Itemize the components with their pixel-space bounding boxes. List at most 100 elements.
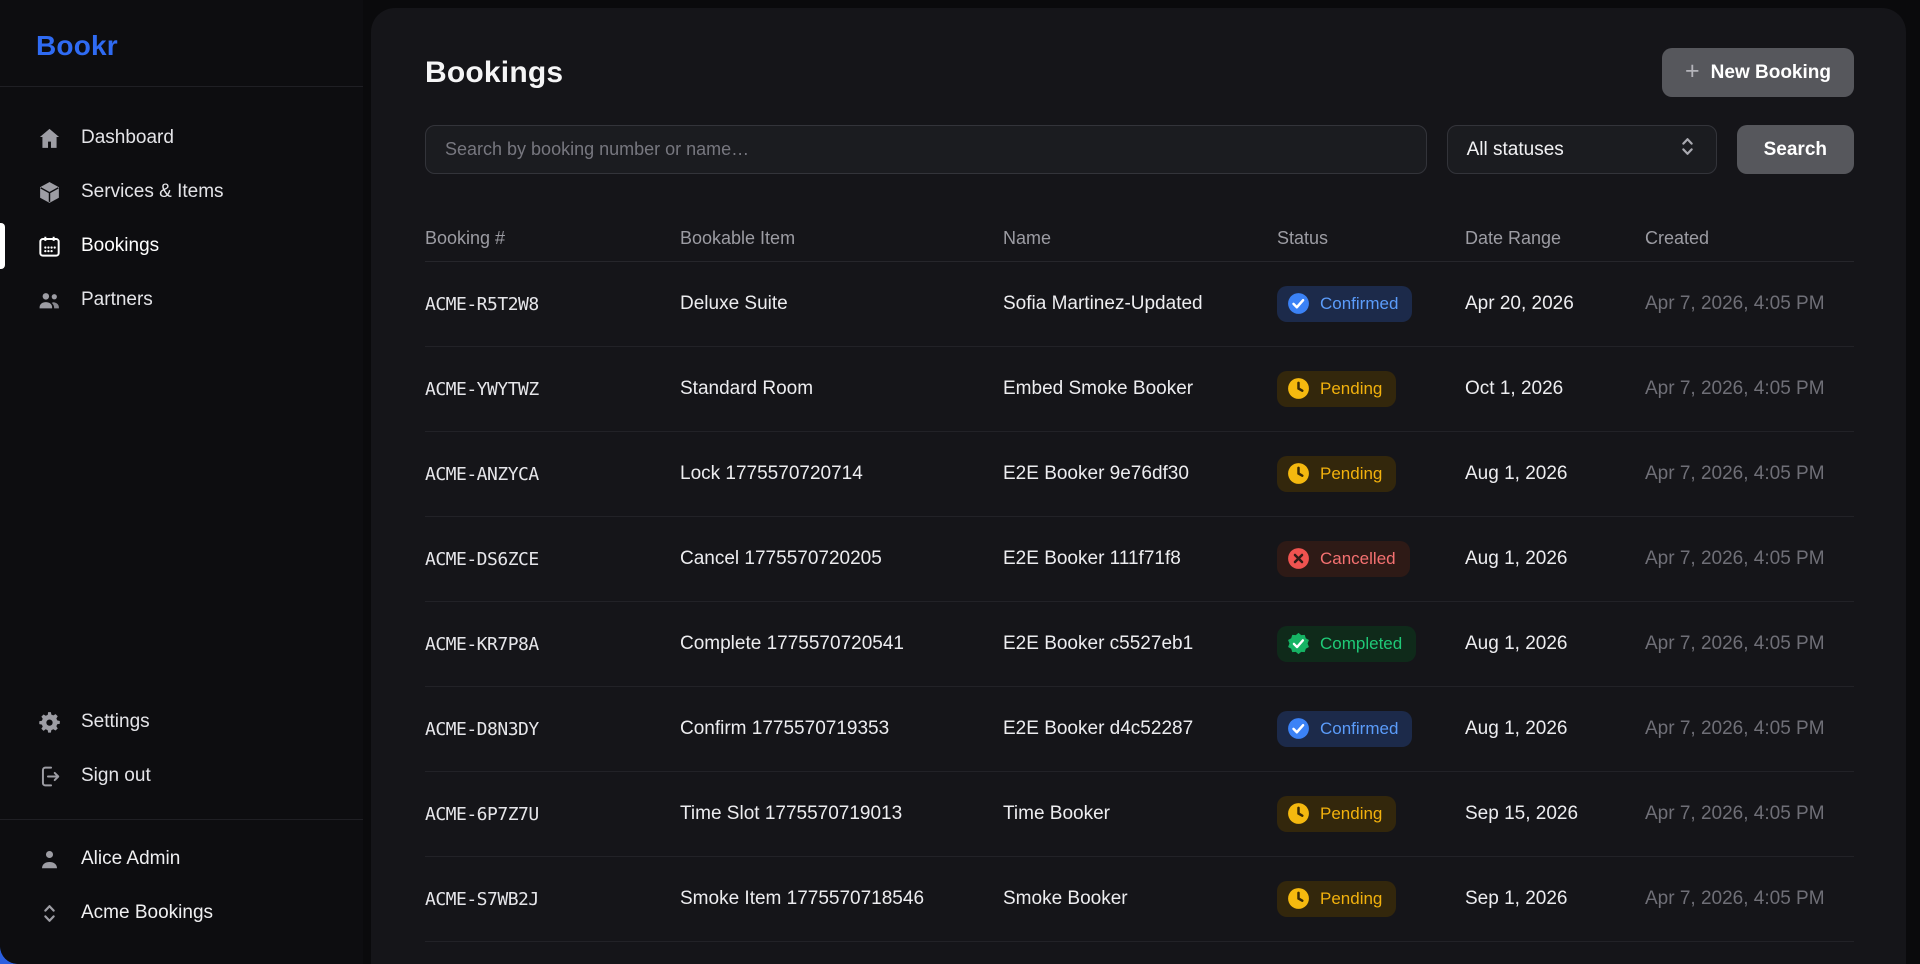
date-range: Aug 1, 2026 xyxy=(1465,548,1645,570)
date-range: Aug 1, 2026 xyxy=(1465,463,1645,485)
status-cell: Pending xyxy=(1277,371,1465,408)
sidebar-spacer xyxy=(0,327,363,671)
booking-number: ACME-YWYTWZ xyxy=(425,379,680,400)
footer-nav: Settings Sign out xyxy=(0,671,363,819)
pending-status-icon xyxy=(1286,886,1311,911)
date-range: Sep 15, 2026 xyxy=(1465,803,1645,825)
sidebar-item-sign-out[interactable]: Sign out xyxy=(0,749,363,803)
pending-status-icon xyxy=(1286,376,1311,401)
booking-number: ACME-S7WB2J xyxy=(425,889,680,910)
status-filter-select[interactable]: All statuses xyxy=(1447,125,1717,174)
new-booking-button[interactable]: + New Booking xyxy=(1662,48,1854,97)
sidebar-item-services-items[interactable]: Services & Items xyxy=(0,165,363,219)
main-area: Bookings + New Booking All statuses Sear… xyxy=(363,0,1920,964)
status-badge-pending: Pending xyxy=(1277,371,1396,407)
column-header: Status xyxy=(1277,228,1465,249)
bookable-item: Confirm 1775570719353 xyxy=(680,718,1003,740)
created-at: Apr 7, 2026, 4:05 PM xyxy=(1645,548,1854,570)
booking-number: ACME-ANZYCA xyxy=(425,464,680,485)
table-row[interactable]: ACME-R5T2W8Deluxe SuiteSofia Martinez-Up… xyxy=(425,262,1854,347)
status-cell: Pending xyxy=(1277,881,1465,918)
date-range: Oct 1, 2026 xyxy=(1465,378,1645,400)
home-icon xyxy=(36,125,62,151)
bookings-table: Booking #Bookable ItemNameStatusDate Ran… xyxy=(425,216,1854,942)
status-cell: Pending xyxy=(1277,796,1465,833)
table-header-row: Booking #Bookable ItemNameStatusDate Ran… xyxy=(425,216,1854,262)
date-range: Apr 20, 2026 xyxy=(1465,293,1645,315)
customer-name: Smoke Booker xyxy=(1003,888,1277,910)
sidebar: Bookr Dashboard Services & Items Bookings P… xyxy=(0,0,363,964)
bookable-item: Cancel 1775570720205 xyxy=(680,548,1003,570)
status-badge-pending: Pending xyxy=(1277,881,1396,917)
table-row[interactable]: ACME-D8N3DYConfirm 1775570719353E2E Book… xyxy=(425,687,1854,772)
bookable-item: Complete 1775570720541 xyxy=(680,633,1003,655)
bookable-item: Lock 1775570720714 xyxy=(680,463,1003,485)
date-range: Aug 1, 2026 xyxy=(1465,718,1645,740)
panel-header: Bookings + New Booking xyxy=(425,48,1854,97)
sidebar-item-label: Sign out xyxy=(81,765,151,787)
status-label: Confirmed xyxy=(1320,294,1398,314)
status-badge-completed: Completed xyxy=(1277,626,1416,662)
created-at: Apr 7, 2026, 4:05 PM xyxy=(1645,718,1854,740)
gear-icon xyxy=(36,709,62,735)
org-name: Acme Bookings xyxy=(81,902,213,924)
column-header: Booking # xyxy=(425,228,680,249)
table-row[interactable]: ACME-DS6ZCECancel 1775570720205E2E Booke… xyxy=(425,517,1854,602)
brand-logo: Bookr xyxy=(0,0,363,86)
created-at: Apr 7, 2026, 4:05 PM xyxy=(1645,463,1854,485)
status-label: Pending xyxy=(1320,889,1382,909)
status-cell: Cancelled xyxy=(1277,541,1465,578)
table-row[interactable]: ACME-6P7Z7UTime Slot 1775570719013Time B… xyxy=(425,772,1854,857)
booking-number: ACME-6P7Z7U xyxy=(425,804,680,825)
status-label: Cancelled xyxy=(1320,549,1396,569)
status-badge-cancelled: Cancelled xyxy=(1277,541,1410,577)
sidebar-item-dashboard[interactable]: Dashboard xyxy=(0,111,363,165)
bookable-item: Time Slot 1775570719013 xyxy=(680,803,1003,825)
column-header: Bookable Item xyxy=(680,228,1003,249)
sidebar-item-partners[interactable]: Partners xyxy=(0,273,363,327)
bookings-panel: Bookings + New Booking All statuses Sear… xyxy=(371,8,1906,964)
table-row[interactable]: ACME-YWYTWZStandard RoomEmbed Smoke Book… xyxy=(425,347,1854,432)
column-header: Date Range xyxy=(1465,228,1645,249)
people-icon xyxy=(36,287,62,313)
status-cell: Confirmed xyxy=(1277,286,1465,323)
column-header: Name xyxy=(1003,228,1277,249)
customer-name: Sofia Martinez-Updated xyxy=(1003,293,1277,315)
main-nav: Dashboard Services & Items Bookings Partner… xyxy=(0,87,363,327)
created-at: Apr 7, 2026, 4:05 PM xyxy=(1645,293,1854,315)
sidebar-item-label: Dashboard xyxy=(81,127,174,149)
user-menu[interactable]: Alice Admin xyxy=(0,832,363,886)
sidebar-item-label: Partners xyxy=(81,289,153,311)
cancelled-status-icon xyxy=(1286,546,1311,571)
person-icon xyxy=(36,846,62,872)
table-row[interactable]: ACME-S7WB2JSmoke Item 1775570718546Smoke… xyxy=(425,857,1854,942)
booking-number: ACME-D8N3DY xyxy=(425,719,680,740)
bookable-item: Deluxe Suite xyxy=(680,293,1003,315)
customer-name: Time Booker xyxy=(1003,803,1277,825)
created-at: Apr 7, 2026, 4:05 PM xyxy=(1645,633,1854,655)
table-body: ACME-R5T2W8Deluxe SuiteSofia Martinez-Up… xyxy=(425,262,1854,942)
sidebar-item-label: Settings xyxy=(81,711,150,733)
org-switcher[interactable]: Acme Bookings xyxy=(0,886,363,940)
booking-number: ACME-KR7P8A xyxy=(425,634,680,655)
status-label: Confirmed xyxy=(1320,719,1398,739)
customer-name: E2E Booker c5527eb1 xyxy=(1003,633,1277,655)
search-input[interactable] xyxy=(425,125,1427,174)
chevron-up-down-icon xyxy=(1675,134,1700,165)
sidebar-item-bookings[interactable]: Bookings xyxy=(0,219,363,273)
booking-number: ACME-R5T2W8 xyxy=(425,294,680,315)
calendar-icon xyxy=(36,233,62,259)
page-title: Bookings xyxy=(425,56,563,90)
status-badge-confirmed: Confirmed xyxy=(1277,711,1412,747)
sidebar-item-label: Services & Items xyxy=(81,181,224,203)
sidebar-item-label: Bookings xyxy=(81,235,159,257)
user-panel: Alice Admin Acme Bookings xyxy=(0,819,363,964)
date-range: Sep 1, 2026 xyxy=(1465,888,1645,910)
search-button[interactable]: Search xyxy=(1737,125,1854,174)
table-row[interactable]: ACME-KR7P8AComplete 1775570720541E2E Boo… xyxy=(425,602,1854,687)
table-row[interactable]: ACME-ANZYCALock 1775570720714E2E Booker … xyxy=(425,432,1854,517)
date-range: Aug 1, 2026 xyxy=(1465,633,1645,655)
created-at: Apr 7, 2026, 4:05 PM xyxy=(1645,803,1854,825)
status-label: Pending xyxy=(1320,464,1382,484)
sidebar-item-settings[interactable]: Settings xyxy=(0,695,363,749)
